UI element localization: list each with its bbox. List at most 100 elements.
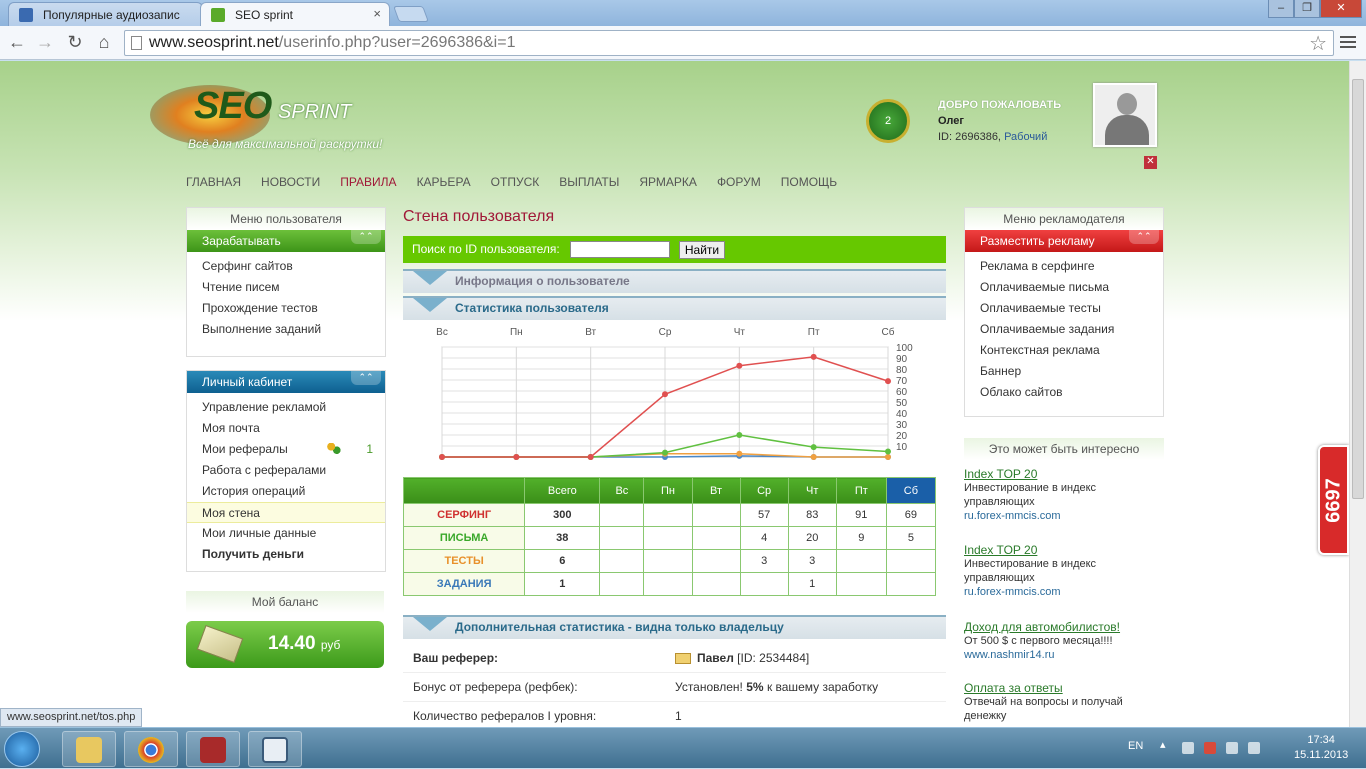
windows-start-icon[interactable] xyxy=(4,731,40,767)
system-tray: EN ▴ 17:34 15.11.2013 xyxy=(1118,728,1366,769)
adv-site-cloud[interactable]: Облако сайтов xyxy=(965,382,1163,403)
search-id-input[interactable] xyxy=(570,241,670,258)
ad-block: Доход для автомобилистов! От 500 $ с пер… xyxy=(964,620,1154,662)
url-input[interactable]: www.seosprint.net/userinfo.php?user=2696… xyxy=(124,30,1334,56)
chart-y-tick-label: 100 xyxy=(896,343,913,354)
nav-forum[interactable]: ФОРУМ xyxy=(717,175,761,189)
tray-network-icon[interactable] xyxy=(1204,742,1216,754)
nav-news[interactable]: НОВОСТИ xyxy=(261,175,320,189)
tab-audio[interactable]: Популярные аудиозапис xyxy=(8,2,203,26)
forward-arrow-icon[interactable]: → xyxy=(34,32,56,53)
adv-surfing[interactable]: Реклама в серфинге xyxy=(965,256,1163,277)
balance-title: Мой баланс xyxy=(186,591,384,613)
ad-title-link[interactable]: Оплата за ответы xyxy=(964,681,1154,695)
ad-url[interactable]: ru.forex-mmcis.com xyxy=(964,585,1154,599)
menu-get-money[interactable]: Получить деньги xyxy=(187,544,385,565)
adv-context[interactable]: Контекстная реклама xyxy=(965,340,1163,361)
menu-my-mail[interactable]: Моя почта xyxy=(187,418,385,439)
menu-operations-history[interactable]: История операций xyxy=(187,481,385,502)
adv-banner[interactable]: Баннер xyxy=(965,361,1163,382)
taskbar-window[interactable] xyxy=(248,731,302,767)
stats-line-chart: 102030405060708090100 Вс Пн Вт Ср Чт Пт Сб xyxy=(436,326,913,460)
chrome-menu-icon[interactable] xyxy=(1340,33,1356,49)
page-title: Стена пользователя xyxy=(403,208,555,225)
table-row: ПИСЬМА 38 4 20 9 5 xyxy=(402,526,937,550)
section-user-info[interactable]: Информация о пользователе xyxy=(403,269,946,293)
tray-device-icon[interactable] xyxy=(1182,742,1194,754)
ad-url[interactable]: www.nashmir14.ru xyxy=(964,648,1154,662)
tray-clock[interactable]: 17:34 15.11.2013 xyxy=(1294,733,1348,763)
balance-amount: 14.40 xyxy=(268,633,316,654)
advertiser-menu-title: Меню рекламодателя xyxy=(965,208,1163,230)
ad-url[interactable]: ru.forex-mmcis.com xyxy=(964,509,1154,523)
close-icon[interactable]: ✕ xyxy=(1144,156,1157,169)
table-header-cell: Пн xyxy=(643,477,693,504)
ad-title-link[interactable]: Доход для автомобилистов! xyxy=(964,620,1154,634)
menu-tasks[interactable]: Выполнение заданий xyxy=(187,319,385,340)
chevron-up-icon[interactable]: ⌃⌃ xyxy=(351,371,381,385)
menu-surfing[interactable]: Серфинг сайтов xyxy=(187,256,385,277)
nav-vacation[interactable]: ОТПУСК xyxy=(491,175,540,189)
nav-help[interactable]: ПОМОЩЬ xyxy=(781,175,837,189)
close-window-button[interactable]: ✕ xyxy=(1320,0,1362,18)
taskbar-chrome[interactable] xyxy=(124,731,178,767)
counter-badge[interactable]: 6697 xyxy=(1318,445,1349,555)
user-role-link[interactable]: Рабочий xyxy=(1004,131,1047,143)
adv-paid-tests[interactable]: Оплачиваемые тесты xyxy=(965,298,1163,319)
section-extra-stats[interactable]: Дополнительная статистика - видна только… xyxy=(403,615,946,639)
minimize-button[interactable]: – xyxy=(1268,0,1294,18)
menu-personal-data[interactable]: Мои личные данные xyxy=(187,523,385,544)
search-button[interactable]: Найти xyxy=(679,241,725,259)
earn-header[interactable]: Зарабатывать ⌃⌃ xyxy=(187,230,385,252)
place-ad-title: Разместить рекламу xyxy=(980,234,1095,248)
seosprint-logo[interactable]: SEO SPRINT Всё для максимальной раскрутк… xyxy=(150,75,420,155)
page-scrollbar[interactable] xyxy=(1349,61,1366,727)
tray-expand-icon[interactable]: ▴ xyxy=(1160,738,1172,751)
menu-my-wall[interactable]: Моя стена xyxy=(187,502,385,523)
place-ad-header[interactable]: Разместить рекламу ⌃⌃ xyxy=(965,230,1163,252)
nav-career[interactable]: КАРЬЕРА xyxy=(417,175,471,189)
ad-block: Оплата за ответы Отвечай на вопросы и по… xyxy=(964,681,1154,723)
tray-volume-icon[interactable] xyxy=(1226,742,1238,754)
table-cell xyxy=(643,572,693,596)
tab-seosprint[interactable]: SEO sprint × xyxy=(200,2,390,26)
table-cell: 1 xyxy=(787,572,837,596)
adv-paid-mail[interactable]: Оплачиваемые письма xyxy=(965,277,1163,298)
bookmark-star-icon[interactable]: ☆ xyxy=(1309,31,1327,56)
envelope-icon[interactable] xyxy=(675,653,691,665)
chrome-icon xyxy=(138,737,164,763)
menu-ad-management[interactable]: Управление рекламой xyxy=(187,397,385,418)
cabinet-header[interactable]: Личный кабинет ⌃⌃ xyxy=(187,371,385,393)
table-header-cell-active: Сб xyxy=(885,477,937,504)
taskbar-app[interactable] xyxy=(186,731,240,767)
language-indicator[interactable]: EN xyxy=(1128,740,1143,752)
menu-tests[interactable]: Прохождение тестов xyxy=(187,298,385,319)
new-tab-button[interactable] xyxy=(393,6,429,22)
close-tab-icon[interactable]: × xyxy=(373,6,381,21)
home-icon[interactable]: ⌂ xyxy=(93,32,115,53)
scrollbar-thumb[interactable] xyxy=(1352,79,1364,499)
avatar[interactable] xyxy=(1093,83,1157,147)
chevron-up-icon[interactable]: ⌃⌃ xyxy=(351,230,381,244)
adv-paid-tasks[interactable]: Оплачиваемые задания xyxy=(965,319,1163,340)
section-user-stats[interactable]: Статистика пользователя xyxy=(403,296,946,320)
tray-signal-icon[interactable] xyxy=(1248,742,1260,754)
taskbar-explorer[interactable] xyxy=(62,731,116,767)
chevron-up-icon[interactable]: ⌃⌃ xyxy=(1129,230,1159,244)
menu-referral-work[interactable]: Работа с рефералами xyxy=(187,460,385,481)
back-arrow-icon[interactable]: ← xyxy=(6,32,28,53)
nav-home[interactable]: ГЛАВНАЯ xyxy=(186,175,241,189)
nav-rules[interactable]: ПРАВИЛА xyxy=(340,175,396,189)
ad-title-link[interactable]: Index TOP 20 xyxy=(964,467,1154,481)
nav-fair[interactable]: ЯРМАРКА xyxy=(639,175,697,189)
referrer-name-link[interactable]: Павел xyxy=(697,651,734,665)
table-cell: 3 xyxy=(787,549,837,573)
reload-icon[interactable]: ↻ xyxy=(64,32,86,53)
menu-reading-mail[interactable]: Чтение писем xyxy=(187,277,385,298)
menu-my-referrals[interactable]: Мои рефералы 1 xyxy=(187,439,385,460)
interesting-title: Это может быть интересно xyxy=(964,438,1164,460)
ad-title-link[interactable]: Index TOP 20 xyxy=(964,543,1154,557)
balance-button[interactable]: 14.40 руб xyxy=(186,621,384,668)
nav-payouts[interactable]: ВЫПЛАТЫ xyxy=(559,175,619,189)
maximize-button[interactable]: ❐ xyxy=(1294,0,1320,18)
